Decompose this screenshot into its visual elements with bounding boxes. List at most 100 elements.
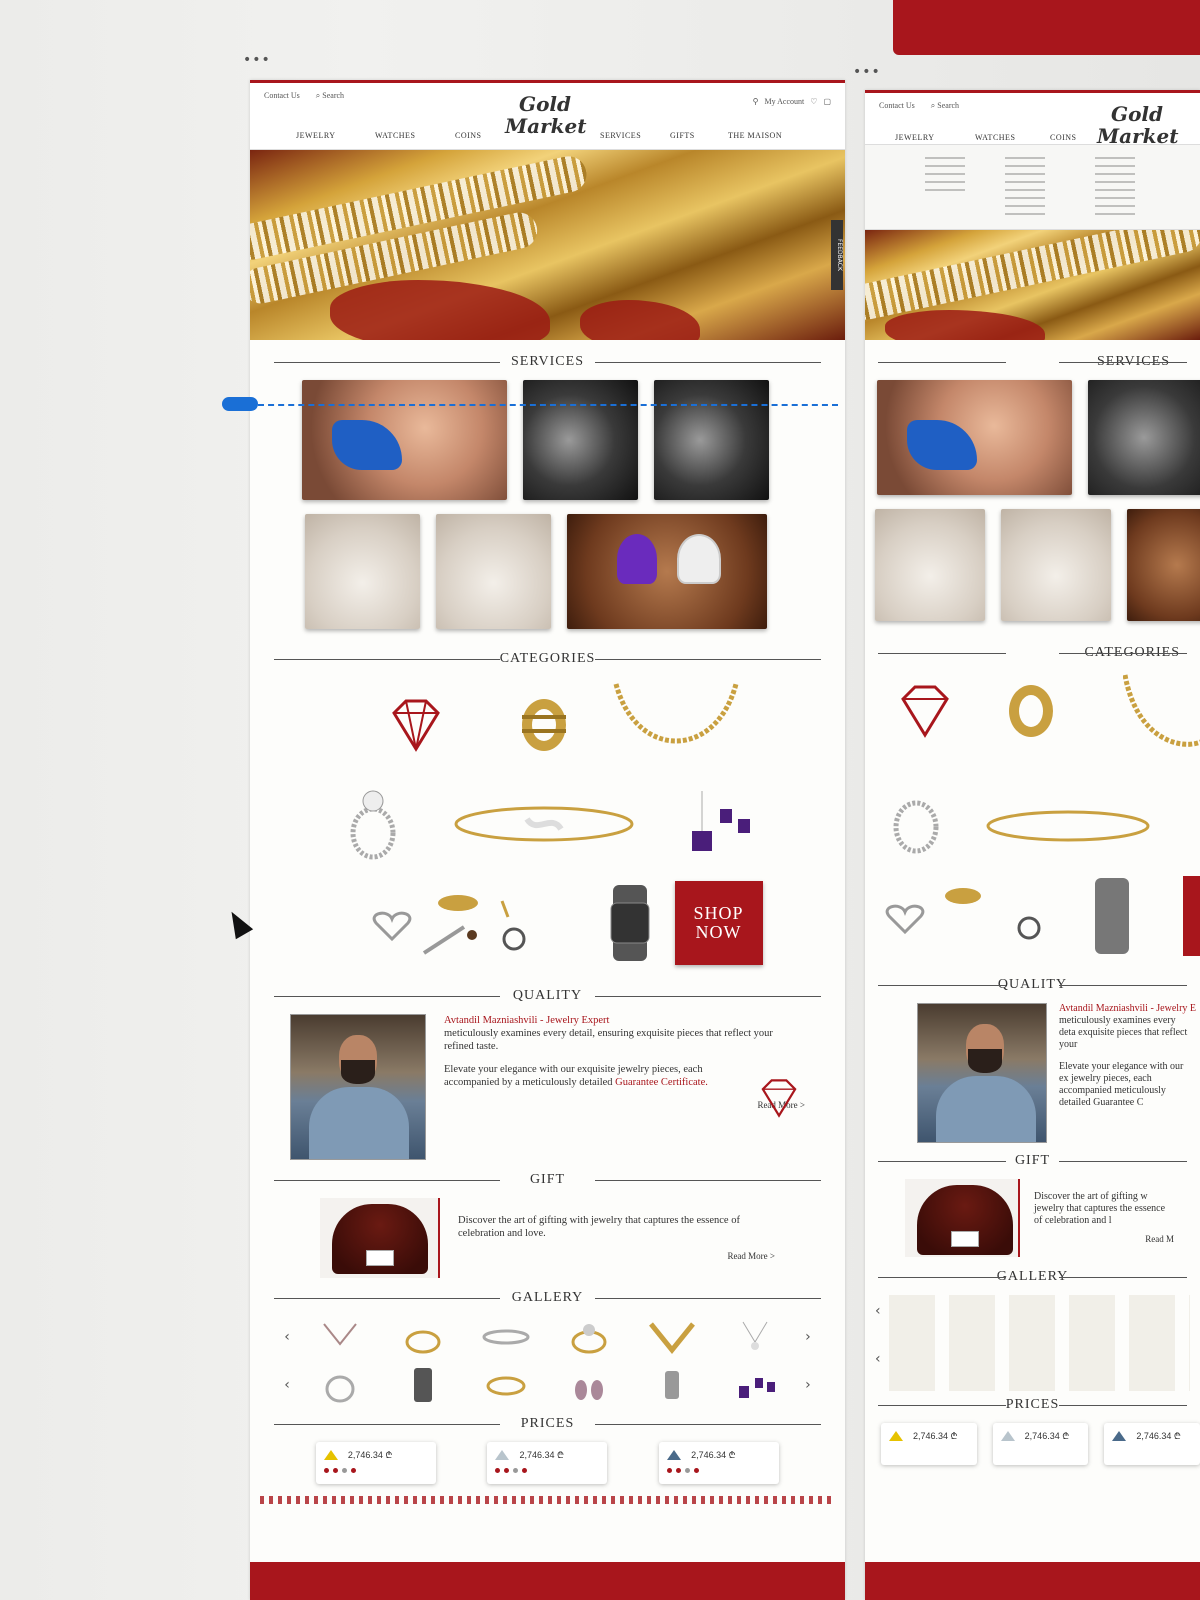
price-value-2: 2,746.34 ₾ [1136,1431,1181,1441]
category-engagement-rings[interactable] [333,776,415,871]
section-title-categories: CATEGORIES [250,651,845,667]
shop-now-button-2[interactable] [1183,876,1200,956]
gold-market-logo[interactable]: Gold Market [505,93,586,137]
search-link-2[interactable]: ⌕ Search [931,101,959,111]
service-polishing-2[interactable] [877,380,1072,495]
gallery-item[interactable] [468,1365,543,1405]
category-earrings[interactable] [675,776,763,871]
category-watches[interactable] [589,875,671,970]
quality-text-1-2: meticulously examines every deta exquisi… [1059,1015,1188,1050]
category-chains[interactable] [589,677,763,772]
nav-watches[interactable]: WATCHES [375,131,415,140]
service-ring-resizing[interactable] [436,514,551,629]
gallery-prev-button[interactable]: ‹ [280,1329,294,1345]
gallery-item[interactable] [635,1317,710,1357]
gallery-next-button-2[interactable]: › [801,1377,815,1393]
category-rings[interactable] [504,677,586,772]
contact-link-2[interactable]: Contact Us [879,101,915,111]
gallery-item[interactable] [635,1365,710,1405]
section-title-services: SERVICES [250,354,845,370]
necklace-icon [649,1322,696,1354]
category-diamond[interactable] [333,677,500,772]
earrings-icon [575,1380,604,1400]
nav-watches-2[interactable]: WATCHES [975,133,1015,142]
contact-link[interactable]: Contact Us [264,91,300,101]
nav-gifts[interactable]: GIFTS [670,131,695,140]
hearts-divider [260,1496,835,1504]
service-engraving[interactable] [523,380,638,500]
gallery-prev-button-3[interactable]: ‹ [875,1303,881,1319]
price-card-gold-2[interactable]: 2,746.34 ₾ [881,1423,977,1465]
gallery-item[interactable] [718,1365,793,1405]
gallery-item[interactable] [302,1317,377,1357]
nav-the-maison[interactable]: THE MAISON [728,131,782,140]
gold-market-logo-2[interactable]: Gold Market [1097,103,1178,147]
gallery-item[interactable] [385,1317,460,1357]
nav-jewelry-2[interactable]: JEWELRY [895,133,935,142]
gallery-item[interactable] [718,1317,793,1357]
shop-now-button[interactable]: SHOP NOW [674,880,763,965]
categories-grid-2 [865,671,1200,971]
price-card-silver[interactable]: 2,746.34 ₾ [487,1442,608,1484]
price-card-platinum[interactable]: 2,746.34 ₾ [659,1442,780,1484]
watch-icon [610,884,650,961]
category-charms[interactable] [333,875,586,970]
price-card-silver-2[interactable]: 2,746.34 ₾ [992,1423,1089,1465]
account-link[interactable]: My Account [764,97,804,106]
feedback-tab[interactable]: FEEDBACK [831,220,843,290]
artboard-homepage[interactable]: Contact Us ⌕ Search Gold Market ⚲ My Acc… [250,80,845,1600]
service-appraisal[interactable] [654,380,769,500]
charms-icon [372,894,526,955]
gallery-item[interactable] [551,1317,626,1357]
category-bracelets[interactable] [418,776,671,871]
section-title-quality: QUALITY [250,988,845,1004]
search-link[interactable]: ⌕ Search [316,91,344,101]
gallery-carousel-2[interactable]: ‹ ‹ [875,1295,1190,1391]
service-polishing[interactable] [302,380,507,500]
guarantee-certificate-link[interactable]: Guarantee Certificate. [615,1077,708,1088]
section-title-gallery: GALLERY [250,1290,845,1306]
nav-jewelry[interactable]: JEWELRY [296,131,336,140]
silver-triangle-icon [495,1450,510,1460]
gift-text-block: Discover the art of gifting with jewelry… [458,1214,775,1263]
mega-menu-dropdown[interactable] [865,145,1200,230]
nav-services[interactable]: SERVICES [600,131,641,140]
artboard-menu-dots[interactable]: ••• [243,52,271,68]
service-watch-repair[interactable] [305,514,420,629]
heart-icon[interactable]: ♡ [810,97,817,106]
artboard-menu-dots-2[interactable]: ••• [853,64,881,80]
nav-coins-2[interactable]: COINS [1050,133,1077,142]
artboard-homepage-menu-open[interactable]: Contact Us ⌕ Search Gold Market JEWELRY … [865,90,1200,1600]
guide-line[interactable] [258,404,838,406]
gallery-prev-button-2[interactable]: ‹ [280,1377,294,1393]
service-watch-repair-2[interactable] [875,509,985,621]
service-custom-design[interactable] [567,514,767,629]
bag-icon[interactable]: ▢ [823,97,831,106]
gift-text-block-2: Discover the art of gifting w jewelry th… [1034,1191,1174,1245]
gallery-item[interactable] [385,1365,460,1405]
quality-text-2-2: Elevate your elegance with our ex jewelr… [1059,1061,1184,1108]
guide-handle[interactable] [222,397,258,411]
gift-image [320,1198,440,1278]
quality-block: Avtandil Mazniashvili - Jewelry Expert me… [250,1014,845,1160]
gallery-next-button[interactable]: › [801,1329,815,1345]
price-value: 2,746.34 ₾ [691,1450,736,1460]
gallery-item[interactable] [468,1317,543,1357]
gift-read-more-2[interactable]: Read M [1034,1233,1174,1245]
gallery-item[interactable] [551,1365,626,1405]
gallery-prev-button-4[interactable]: ‹ [875,1351,881,1367]
gallery-item[interactable] [302,1365,377,1405]
service-ring-resizing-2[interactable] [1001,509,1111,621]
gold-ring-icon [1009,685,1053,737]
service-engraving-2[interactable] [1088,380,1200,495]
price-card-platinum-2[interactable]: 2,746.34 ₾ [1104,1423,1200,1465]
service-custom-design-2[interactable] [1127,509,1200,621]
gold-chain-icon [613,682,739,743]
hero-fabric-2 [580,300,700,340]
nav-coins[interactable]: COINS [455,131,482,140]
hero-banner: FEEDBACK [250,150,845,340]
expert-name-2: Avtandil Mazniashvili - Jewelry E [1059,1003,1197,1014]
gift-read-more[interactable]: Read More > [458,1250,775,1263]
price-card-gold[interactable]: 2,746.34 ₾ [315,1442,436,1484]
quality-read-more[interactable]: Read More > [444,1099,805,1112]
